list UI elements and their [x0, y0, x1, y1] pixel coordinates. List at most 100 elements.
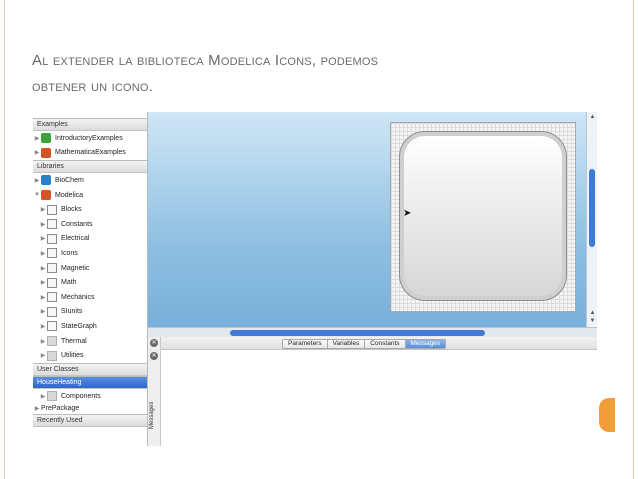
pane-side-bar: ✕ ✕ Messages: [148, 337, 161, 446]
tree-item-label: StateGraph: [61, 322, 97, 330]
icons-icon: [47, 248, 57, 259]
tree-item-label: Magnetic: [61, 264, 90, 272]
slide-title-line-2: obtener un icono.: [32, 78, 154, 95]
tree-item-icons[interactable]: ▶ Icons: [33, 246, 147, 261]
modelica-icon: [41, 190, 51, 201]
electrical-icon: [47, 233, 57, 244]
tree-item-label: Mechanics: [61, 293, 95, 301]
tree-item-electrical[interactable]: ▶ Electrical: [33, 232, 147, 247]
tree-item-label: Components: [61, 392, 101, 400]
tab-parameters[interactable]: Parameters: [283, 340, 328, 348]
thermal-icon: [47, 336, 57, 347]
tree-item-math[interactable]: ▶ Math: [33, 275, 147, 290]
magnetic-icon: [47, 263, 57, 274]
tab-constants[interactable]: Constants: [365, 340, 406, 348]
scroll-up-arrow-icon[interactable]: ▲: [587, 114, 597, 120]
section-libraries[interactable]: Libraries: [33, 160, 147, 174]
rounded-rectangle-icon[interactable]: [399, 131, 567, 301]
modelica-children: ▶ Blocks ▶ Constants ▶ Electrical ▶ Icon…: [33, 202, 147, 363]
constants-icon: [47, 219, 57, 230]
expand-triangle-icon[interactable]: ▶: [39, 265, 47, 272]
scroll-down-arrow-icon[interactable]: ▼: [587, 318, 597, 324]
tab-variables[interactable]: Variables: [327, 340, 366, 348]
tree-item-label: Blocks: [61, 206, 82, 214]
tree-item-prepackage[interactable]: ▶ PrePackage: [33, 404, 147, 414]
section-recently-used[interactable]: Recently Used: [33, 413, 147, 427]
tree-item-components[interactable]: ▶ Components: [33, 389, 147, 404]
expand-triangle-icon[interactable]: ▶: [39, 221, 47, 228]
expand-triangle-icon[interactable]: ▶: [39, 235, 47, 242]
section-user-classes[interactable]: User Classes: [33, 362, 147, 376]
vertical-scrollbar[interactable]: ▲ ▲ ▼: [586, 112, 597, 336]
expand-triangle-icon[interactable]: ▶: [33, 405, 41, 412]
expand-triangle-icon[interactable]: ▶: [33, 135, 41, 142]
tree-item-mechanics[interactable]: ▶ Mechanics: [33, 290, 147, 305]
tree-item-mathematica-examples[interactable]: ▶ MathematicaExamples: [33, 146, 147, 161]
tree-item-blocks[interactable]: ▶ Blocks: [33, 202, 147, 217]
tree-item-label: Utilities: [61, 352, 84, 360]
application-screenshot: Examples ▶ IntroductoryExamples ▶ Mathem…: [33, 112, 597, 446]
slide-accent-tab: [599, 398, 615, 432]
tree-item-label: PrePackage: [41, 405, 80, 412]
mouse-cursor-icon: ➤: [403, 208, 412, 219]
messages-pane: Parameters Variables Constants Messages …: [148, 337, 597, 446]
tree-item-label: Electrical: [61, 235, 90, 243]
tree-item-thermal[interactable]: ▶ Thermal: [33, 334, 147, 349]
math-icon: [47, 277, 57, 288]
expand-triangle-icon[interactable]: ▶: [39, 294, 47, 301]
slide-title-line-1: Al extender la biblioteca Modelica Icons…: [32, 52, 379, 69]
section-examples[interactable]: Examples: [33, 118, 147, 131]
close-icon[interactable]: ✕: [150, 339, 158, 347]
diagram-canvas[interactable]: ➤: [148, 112, 597, 336]
mechanics-icon: [47, 292, 57, 303]
expand-triangle-icon[interactable]: ▶: [39, 352, 47, 359]
tree-item-label: SIunits: [61, 308, 83, 316]
expand-triangle-icon[interactable]: ▶: [39, 250, 47, 257]
biochem-icon: [41, 175, 51, 186]
scroll-up-arrow-icon[interactable]: ▲: [587, 310, 597, 316]
tree-item-stategraph[interactable]: ▶ StateGraph: [33, 319, 147, 334]
tab-strip: Parameters Variables Constants Messages: [282, 339, 447, 349]
mathematica-icon: [41, 147, 51, 158]
expand-triangle-icon[interactable]: ▶: [33, 177, 41, 184]
close-icon[interactable]: ✕: [150, 352, 158, 360]
tree-item-siunits[interactable]: ▶ SIunits: [33, 305, 147, 320]
tree-item-label: Math: [61, 279, 77, 287]
tree-item-label: Modelica: [55, 191, 84, 199]
tab-messages[interactable]: Messages: [405, 340, 446, 348]
tree-item-label: IntroductoryExamples: [55, 134, 123, 142]
blocks-icon: [47, 204, 57, 215]
expand-triangle-icon[interactable]: ▶: [33, 149, 41, 156]
slide-title: Al extender la biblioteca Modelica Icons…: [32, 48, 592, 100]
vertical-scroll-thumb[interactable]: [589, 169, 595, 247]
library-browser: Examples ▶ IntroductoryExamples ▶ Mathem…: [33, 112, 148, 446]
package-icon: [47, 391, 57, 402]
messages-side-label: Messages: [149, 401, 155, 429]
tree-item-modelica[interactable]: ▼ Modelica: [33, 188, 147, 203]
expand-triangle-icon[interactable]: ▶: [39, 338, 47, 345]
green-package-icon: [41, 133, 51, 144]
utilities-icon: [47, 350, 57, 361]
tree-item-househeating[interactable]: HouseHeating: [33, 375, 147, 389]
expand-triangle-icon[interactable]: ▶: [39, 308, 47, 315]
stategraph-icon: [47, 321, 57, 332]
tree-item-label: Icons: [61, 249, 78, 257]
tree-item-label: MathematicaExamples: [55, 149, 126, 157]
tab-bar: Parameters Variables Constants Messages: [148, 337, 597, 350]
expand-triangle-icon[interactable]: ▶: [39, 393, 47, 400]
tree-item-label: Constants: [61, 220, 93, 228]
expand-triangle-icon[interactable]: ▶: [39, 323, 47, 330]
expand-triangle-icon[interactable]: ▶: [39, 279, 47, 286]
tree-item-introductory-examples[interactable]: ▶ IntroductoryExamples: [33, 131, 147, 146]
icon-grid-frame[interactable]: [390, 122, 576, 312]
tree-item-utilities[interactable]: ▶ Utilities: [33, 348, 147, 363]
collapse-triangle-icon[interactable]: ▼: [33, 192, 41, 198]
tree-item-label: BioChem: [55, 176, 84, 184]
tree-item-label: Thermal: [61, 337, 87, 345]
siunits-icon: [47, 306, 57, 317]
tree-item-constants[interactable]: ▶ Constants: [33, 217, 147, 232]
expand-triangle-icon[interactable]: ▶: [39, 206, 47, 213]
tree-item-magnetic[interactable]: ▶ Magnetic: [33, 261, 147, 276]
horizontal-scroll-thumb[interactable]: [230, 330, 485, 336]
tree-item-biochem[interactable]: ▶ BioChem: [33, 173, 147, 188]
